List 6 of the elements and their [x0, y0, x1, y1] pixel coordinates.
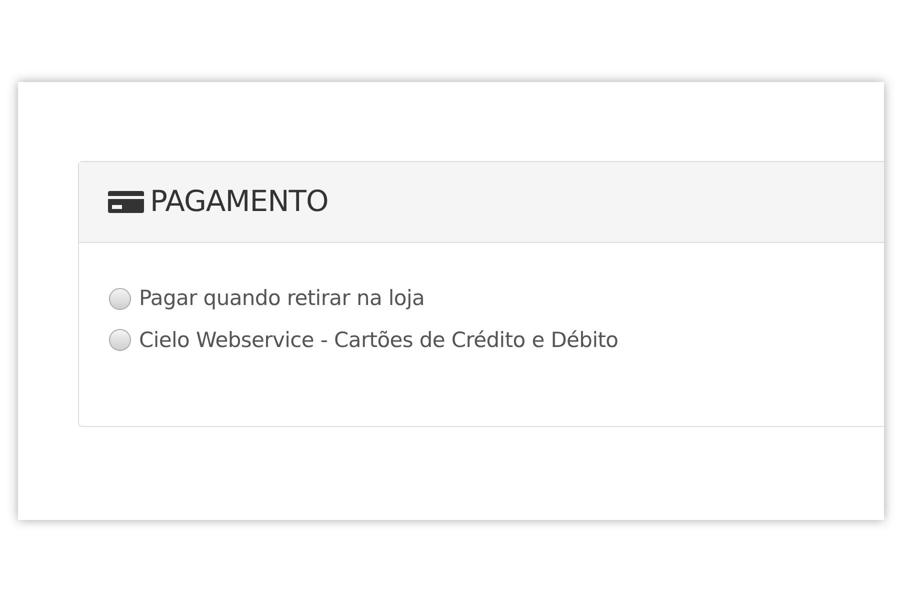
option-label: Cielo Webservice - Cartões de Crédito e Débito	[139, 326, 618, 354]
option-label: Pagar quando retirar na loja	[139, 285, 425, 312]
radio-button[interactable]	[109, 329, 131, 352]
credit-card-icon	[108, 191, 144, 213]
panel-title: PAGAMENTO	[150, 183, 328, 220]
radio-button[interactable]	[109, 288, 131, 310]
